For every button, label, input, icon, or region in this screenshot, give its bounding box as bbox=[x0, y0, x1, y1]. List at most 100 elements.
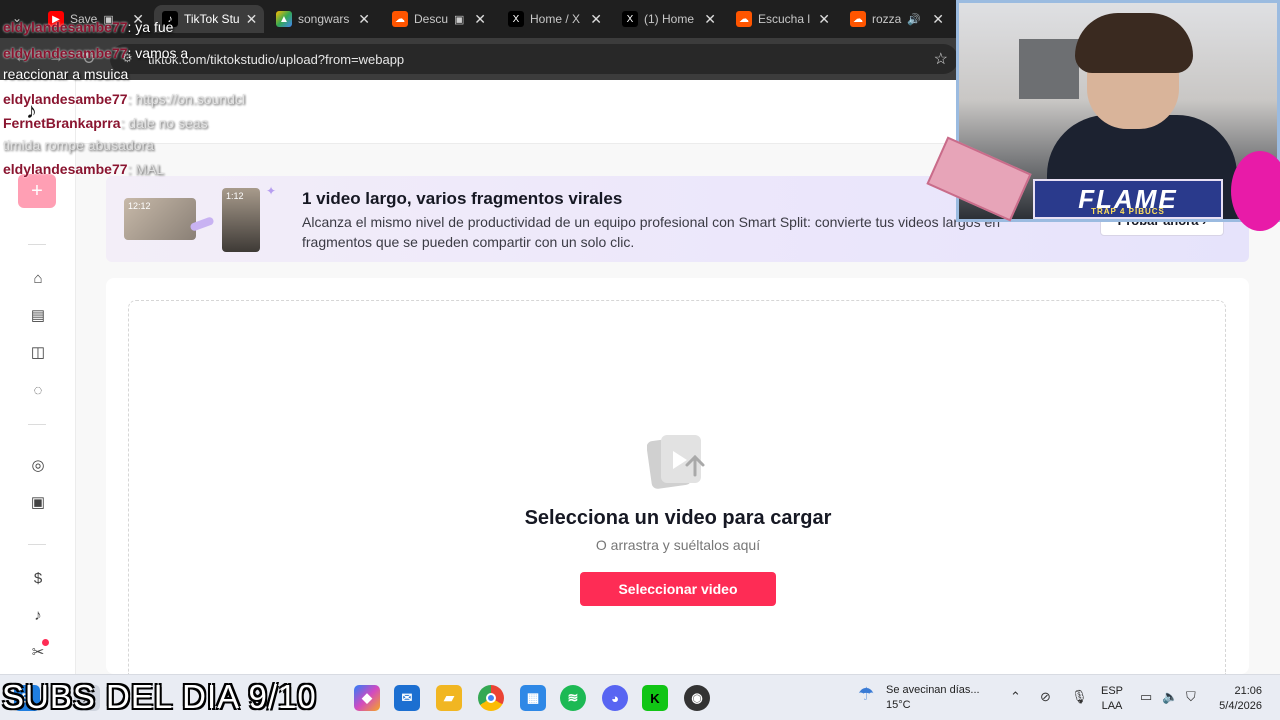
upload-video-icon bbox=[647, 435, 705, 489]
thumbnail-duration: 1:12 bbox=[226, 191, 244, 201]
webcam-poster bbox=[1019, 39, 1079, 99]
scissors-icon: ✂ bbox=[31, 644, 45, 661]
address-bar[interactable]: ⚙ tiktok.com/tiktokstudio/upload?from=we… bbox=[110, 44, 958, 74]
select-video-button[interactable]: Seleccionar video bbox=[580, 572, 776, 606]
keyboard-layout: LAA bbox=[1101, 700, 1123, 712]
chat-text: : MAL bbox=[127, 161, 165, 177]
thumbnail-duration: 12:12 bbox=[128, 201, 151, 211]
dollar-icon: $ bbox=[33, 569, 43, 587]
copilot-icon[interactable]: ◆ bbox=[354, 685, 380, 711]
tab-songwars[interactable]: ▲ songwars ✕ bbox=[268, 5, 378, 33]
chrome-icon[interactable] bbox=[478, 685, 504, 711]
notification-icon[interactable]: ⛉ bbox=[1186, 689, 1196, 705]
sidebar-divider bbox=[28, 544, 46, 545]
chat-text: reaccionar a msuica bbox=[3, 66, 129, 82]
sparkle-icon: ✦ bbox=[266, 184, 277, 198]
tab-label: Home / X bbox=[530, 12, 581, 26]
tab-label: Escucha l bbox=[758, 12, 811, 26]
rain-umbrella-icon: ☂ bbox=[858, 684, 875, 704]
obs-icon[interactable]: ◉ bbox=[684, 685, 710, 711]
notification-dot bbox=[42, 639, 49, 646]
screen-icon: ▣ bbox=[454, 13, 465, 26]
home-icon: ⌂ bbox=[33, 269, 43, 287]
tab-escucha[interactable]: ☁ Escucha l ✕ bbox=[728, 5, 838, 33]
close-icon[interactable]: ✕ bbox=[932, 11, 944, 28]
tab-descu[interactable]: ☁ Descu ▣ ✕ bbox=[384, 5, 494, 33]
tab-rozza[interactable]: ☁ rozza 🔊 ✕ bbox=[842, 5, 952, 33]
upload-subtitle: O arrastra y suéltalos aquí bbox=[595, 537, 761, 553]
x-icon: X bbox=[508, 11, 524, 27]
bookmark-star-icon[interactable]: ☆ bbox=[934, 49, 948, 69]
language-indicator[interactable]: ESP LAA bbox=[1098, 684, 1126, 714]
close-icon[interactable]: ✕ bbox=[818, 11, 830, 28]
spotify-icon[interactable]: ≋ bbox=[560, 685, 586, 711]
system-clock[interactable]: 21:06 5/4/2026 bbox=[1210, 684, 1262, 714]
subs-goal-overlay: SUBS DEL DIA 9/10 bbox=[2, 678, 317, 715]
drive-icon: ▲ bbox=[276, 11, 292, 27]
chat-message: reaccionar a msuica bbox=[3, 65, 128, 83]
music-note-icon: ♪ bbox=[34, 606, 42, 624]
upload-card: Selecciona un video para cargar O arrast… bbox=[106, 278, 1249, 674]
chat-text: : ya fue bbox=[127, 19, 174, 35]
chat-username: eldylandesambe77 bbox=[3, 91, 128, 107]
sidebar-item-sounds[interactable]: ♪ bbox=[28, 605, 48, 625]
tray-chevron-icon[interactable]: ⌃ bbox=[1010, 689, 1021, 705]
sidebar-item-home[interactable]: ⌂ bbox=[28, 268, 48, 288]
sidebar-divider bbox=[28, 244, 46, 245]
tab-home-x[interactable]: X Home / X ✕ bbox=[500, 5, 610, 33]
chat-message: eldylandesambe77: MAL bbox=[3, 160, 164, 178]
close-icon[interactable]: ✕ bbox=[704, 11, 716, 28]
tab-label: rozza bbox=[872, 12, 902, 26]
upload-dropzone[interactable]: Selecciona un video para cargar O arrast… bbox=[128, 300, 1226, 674]
chart-icon: ◫ bbox=[30, 344, 46, 361]
soundcloud-icon: ☁ bbox=[736, 11, 752, 27]
sidebar-item-inspiration[interactable]: ◎ bbox=[28, 455, 48, 475]
pink-sticker bbox=[1231, 151, 1280, 231]
book-icon: ▣ bbox=[30, 494, 46, 511]
soundcloud-icon: ☁ bbox=[850, 11, 866, 27]
volume-icon[interactable]: 🔈 bbox=[1162, 689, 1178, 705]
chat-message: eldylandesambe77: vamos a bbox=[3, 44, 188, 62]
flame-badge: FLAME TRAP 4 PIBUCS bbox=[1033, 179, 1223, 219]
close-icon[interactable]: ✕ bbox=[590, 11, 602, 28]
tab-label: songwars bbox=[298, 12, 350, 26]
sidebar-item-posts[interactable]: ▤ bbox=[28, 305, 48, 325]
chat-text: : https://on.soundcl bbox=[127, 91, 246, 107]
chat-message: FernetBrankaprra: dale no seas bbox=[3, 114, 208, 132]
file-explorer-icon[interactable]: ▰ bbox=[436, 685, 462, 711]
webcam-overlay: FLAME TRAP 4 PIBUCS bbox=[926, 0, 1280, 231]
chat-text: : vamos a bbox=[127, 45, 189, 61]
discord-icon[interactable]: ◕ bbox=[602, 685, 628, 711]
webcam-person-hair bbox=[1075, 13, 1193, 73]
close-icon[interactable]: ✕ bbox=[246, 11, 258, 28]
sidebar-item-monetization[interactable]: $ bbox=[28, 568, 48, 588]
mail-icon[interactable]: ✉ bbox=[394, 685, 420, 711]
sidebar-item-analytics[interactable]: ◫ bbox=[28, 342, 48, 362]
tab-label: TikTok Stu bbox=[184, 12, 240, 26]
chat-text: : dale no seas bbox=[120, 115, 208, 131]
banner-thumbnail: 1:12 bbox=[222, 188, 260, 252]
kick-icon[interactable]: K bbox=[642, 685, 668, 711]
display-icon[interactable]: ▭ bbox=[1140, 689, 1152, 705]
create-button[interactable]: + bbox=[18, 174, 56, 208]
sidebar-divider bbox=[28, 424, 46, 425]
clock-time: 21:06 bbox=[1234, 685, 1262, 697]
folder-icon: ▤ bbox=[30, 307, 46, 324]
banner-title: 1 video largo, varios fragmentos virales bbox=[302, 189, 623, 208]
chat-username: eldylandesambe77 bbox=[3, 19, 128, 35]
speaker-icon: 🔊 bbox=[907, 13, 922, 26]
sidebar-item-academy[interactable]: ▣ bbox=[28, 492, 48, 512]
x-icon: X bbox=[622, 11, 638, 27]
close-icon[interactable]: ✕ bbox=[474, 11, 486, 28]
tab-home-x-2[interactable]: X (1) Home ✕ bbox=[614, 5, 724, 33]
sidebar-item-comments[interactable]: ◌ bbox=[28, 380, 48, 400]
chat-message: eldylandesambe77: https://on.soundcl bbox=[3, 90, 245, 108]
chat-username: eldylandesambe77 bbox=[3, 161, 128, 177]
store-icon[interactable]: ▦ bbox=[520, 685, 546, 711]
close-icon[interactable]: ✕ bbox=[358, 11, 370, 28]
upload-title: Selecciona un video para cargar bbox=[524, 507, 832, 529]
tray-app-icon[interactable]: ⊘ bbox=[1040, 689, 1051, 705]
microphone-icon[interactable]: 🎙 bbox=[1071, 689, 1088, 705]
weather-temp: 15°C bbox=[886, 699, 911, 711]
chat-username: eldylandesambe77 bbox=[3, 45, 128, 61]
